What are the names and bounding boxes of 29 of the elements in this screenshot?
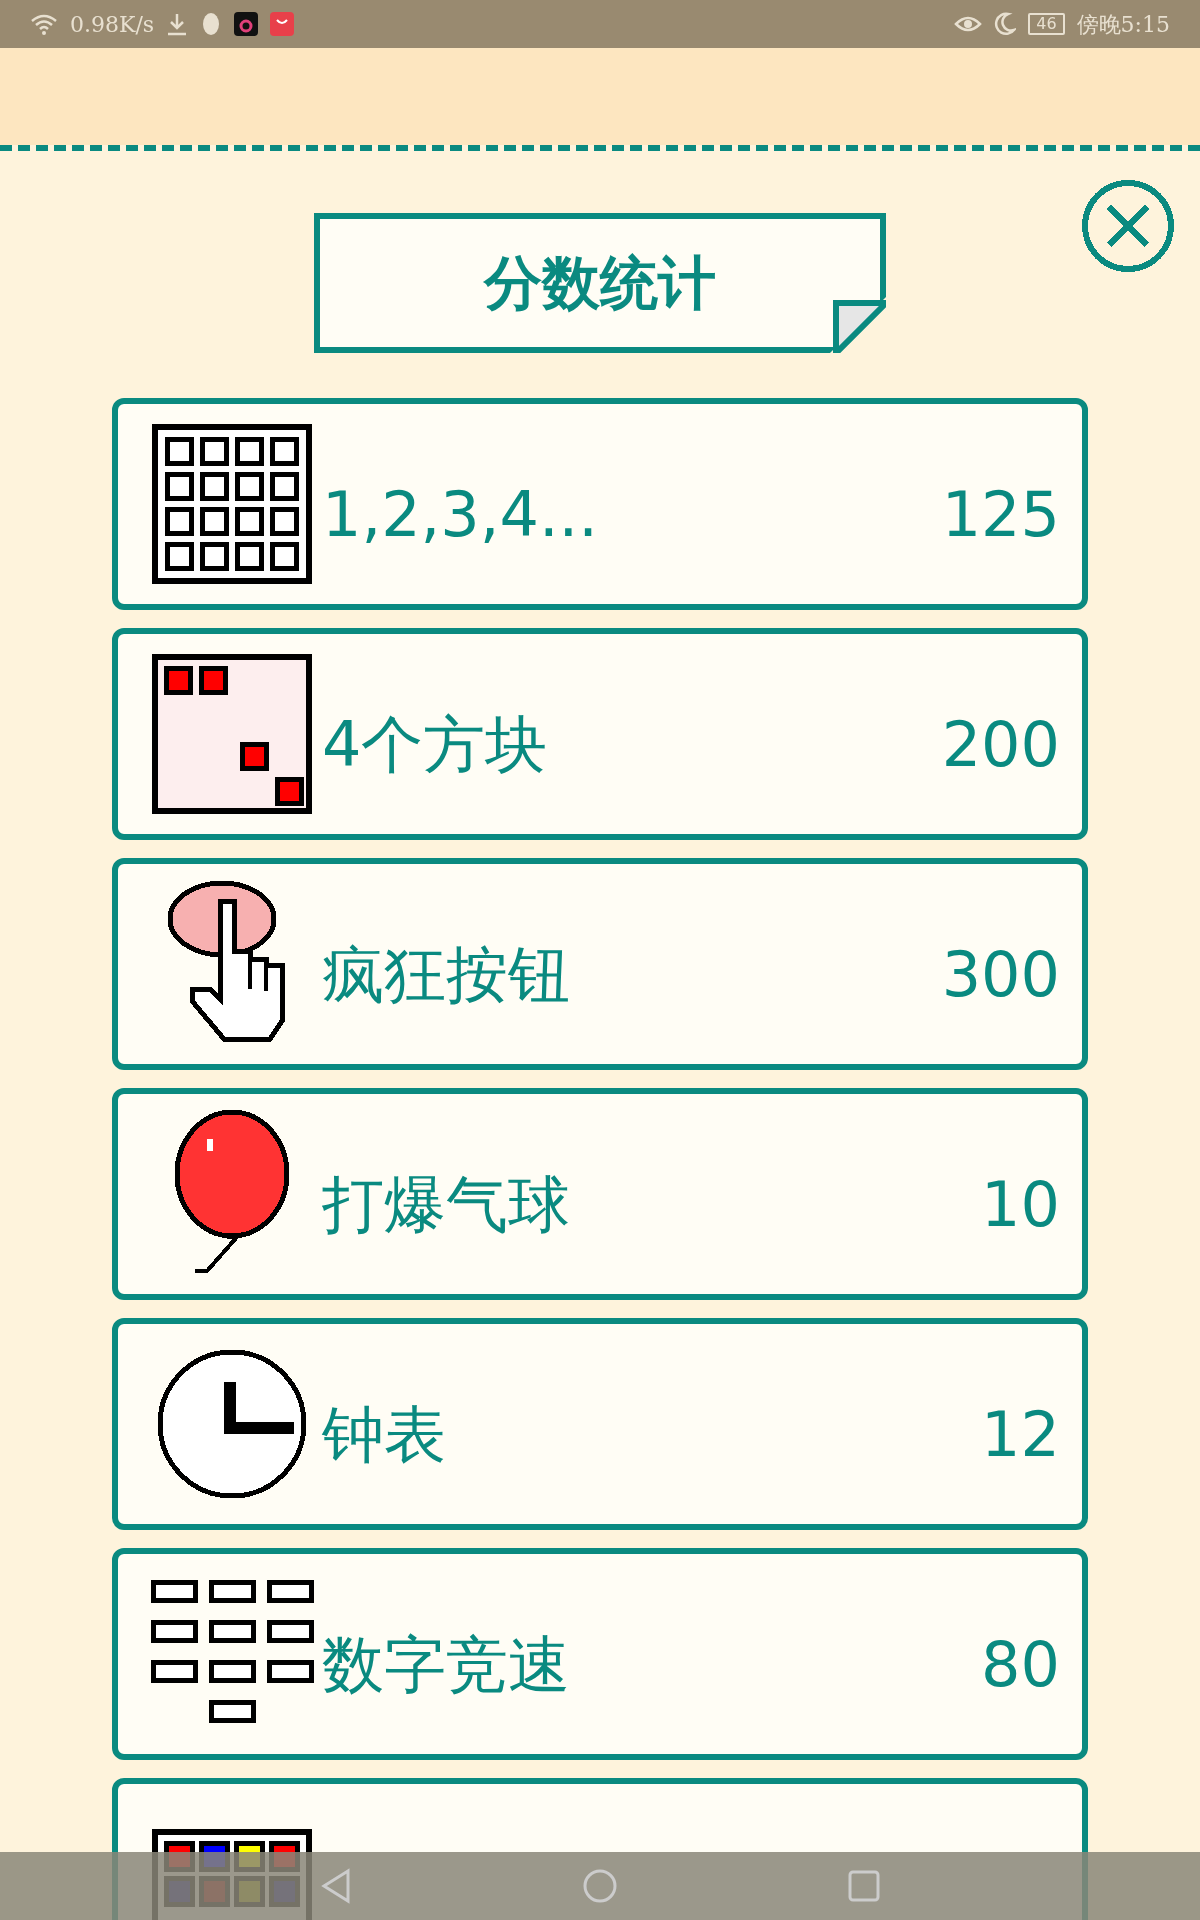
eye-icon [954, 14, 983, 34]
download-icon [166, 12, 189, 36]
back-icon[interactable] [320, 1868, 352, 1904]
grid-icon [152, 424, 312, 584]
app-icon [234, 12, 259, 36]
score-value: 12 [981, 1396, 1060, 1473]
battery-indicator: 46 [1028, 13, 1065, 35]
title-text: 分数统计 [484, 247, 716, 319]
game-name: 打爆气球 [322, 1166, 570, 1243]
app-icon [270, 12, 295, 36]
score-value: 125 [941, 476, 1060, 553]
game-name: 钟表 [322, 1396, 446, 1473]
moon-icon [994, 12, 1017, 36]
score-value: 300 [941, 936, 1060, 1013]
score-value: 80 [981, 1626, 1060, 1703]
network-speed: 0.98K/s [70, 10, 155, 39]
close-icon[interactable] [1081, 179, 1175, 273]
score-value: 10 [981, 1166, 1060, 1243]
game-name: 1,2,3,4... [322, 476, 599, 553]
game-name: 4个方块 [322, 706, 548, 783]
score-value: 200 [941, 706, 1060, 783]
home-icon[interactable] [582, 1868, 618, 1904]
squares-icon [152, 654, 312, 814]
game-name: 疯狂按钮 [322, 936, 570, 1013]
clock-time: 傍晚5:15 [1076, 10, 1170, 39]
wifi-icon [30, 13, 58, 35]
game-name: 数字竞速 [322, 1626, 570, 1703]
recents-icon[interactable] [848, 1870, 880, 1902]
clock-icon [156, 1348, 308, 1500]
